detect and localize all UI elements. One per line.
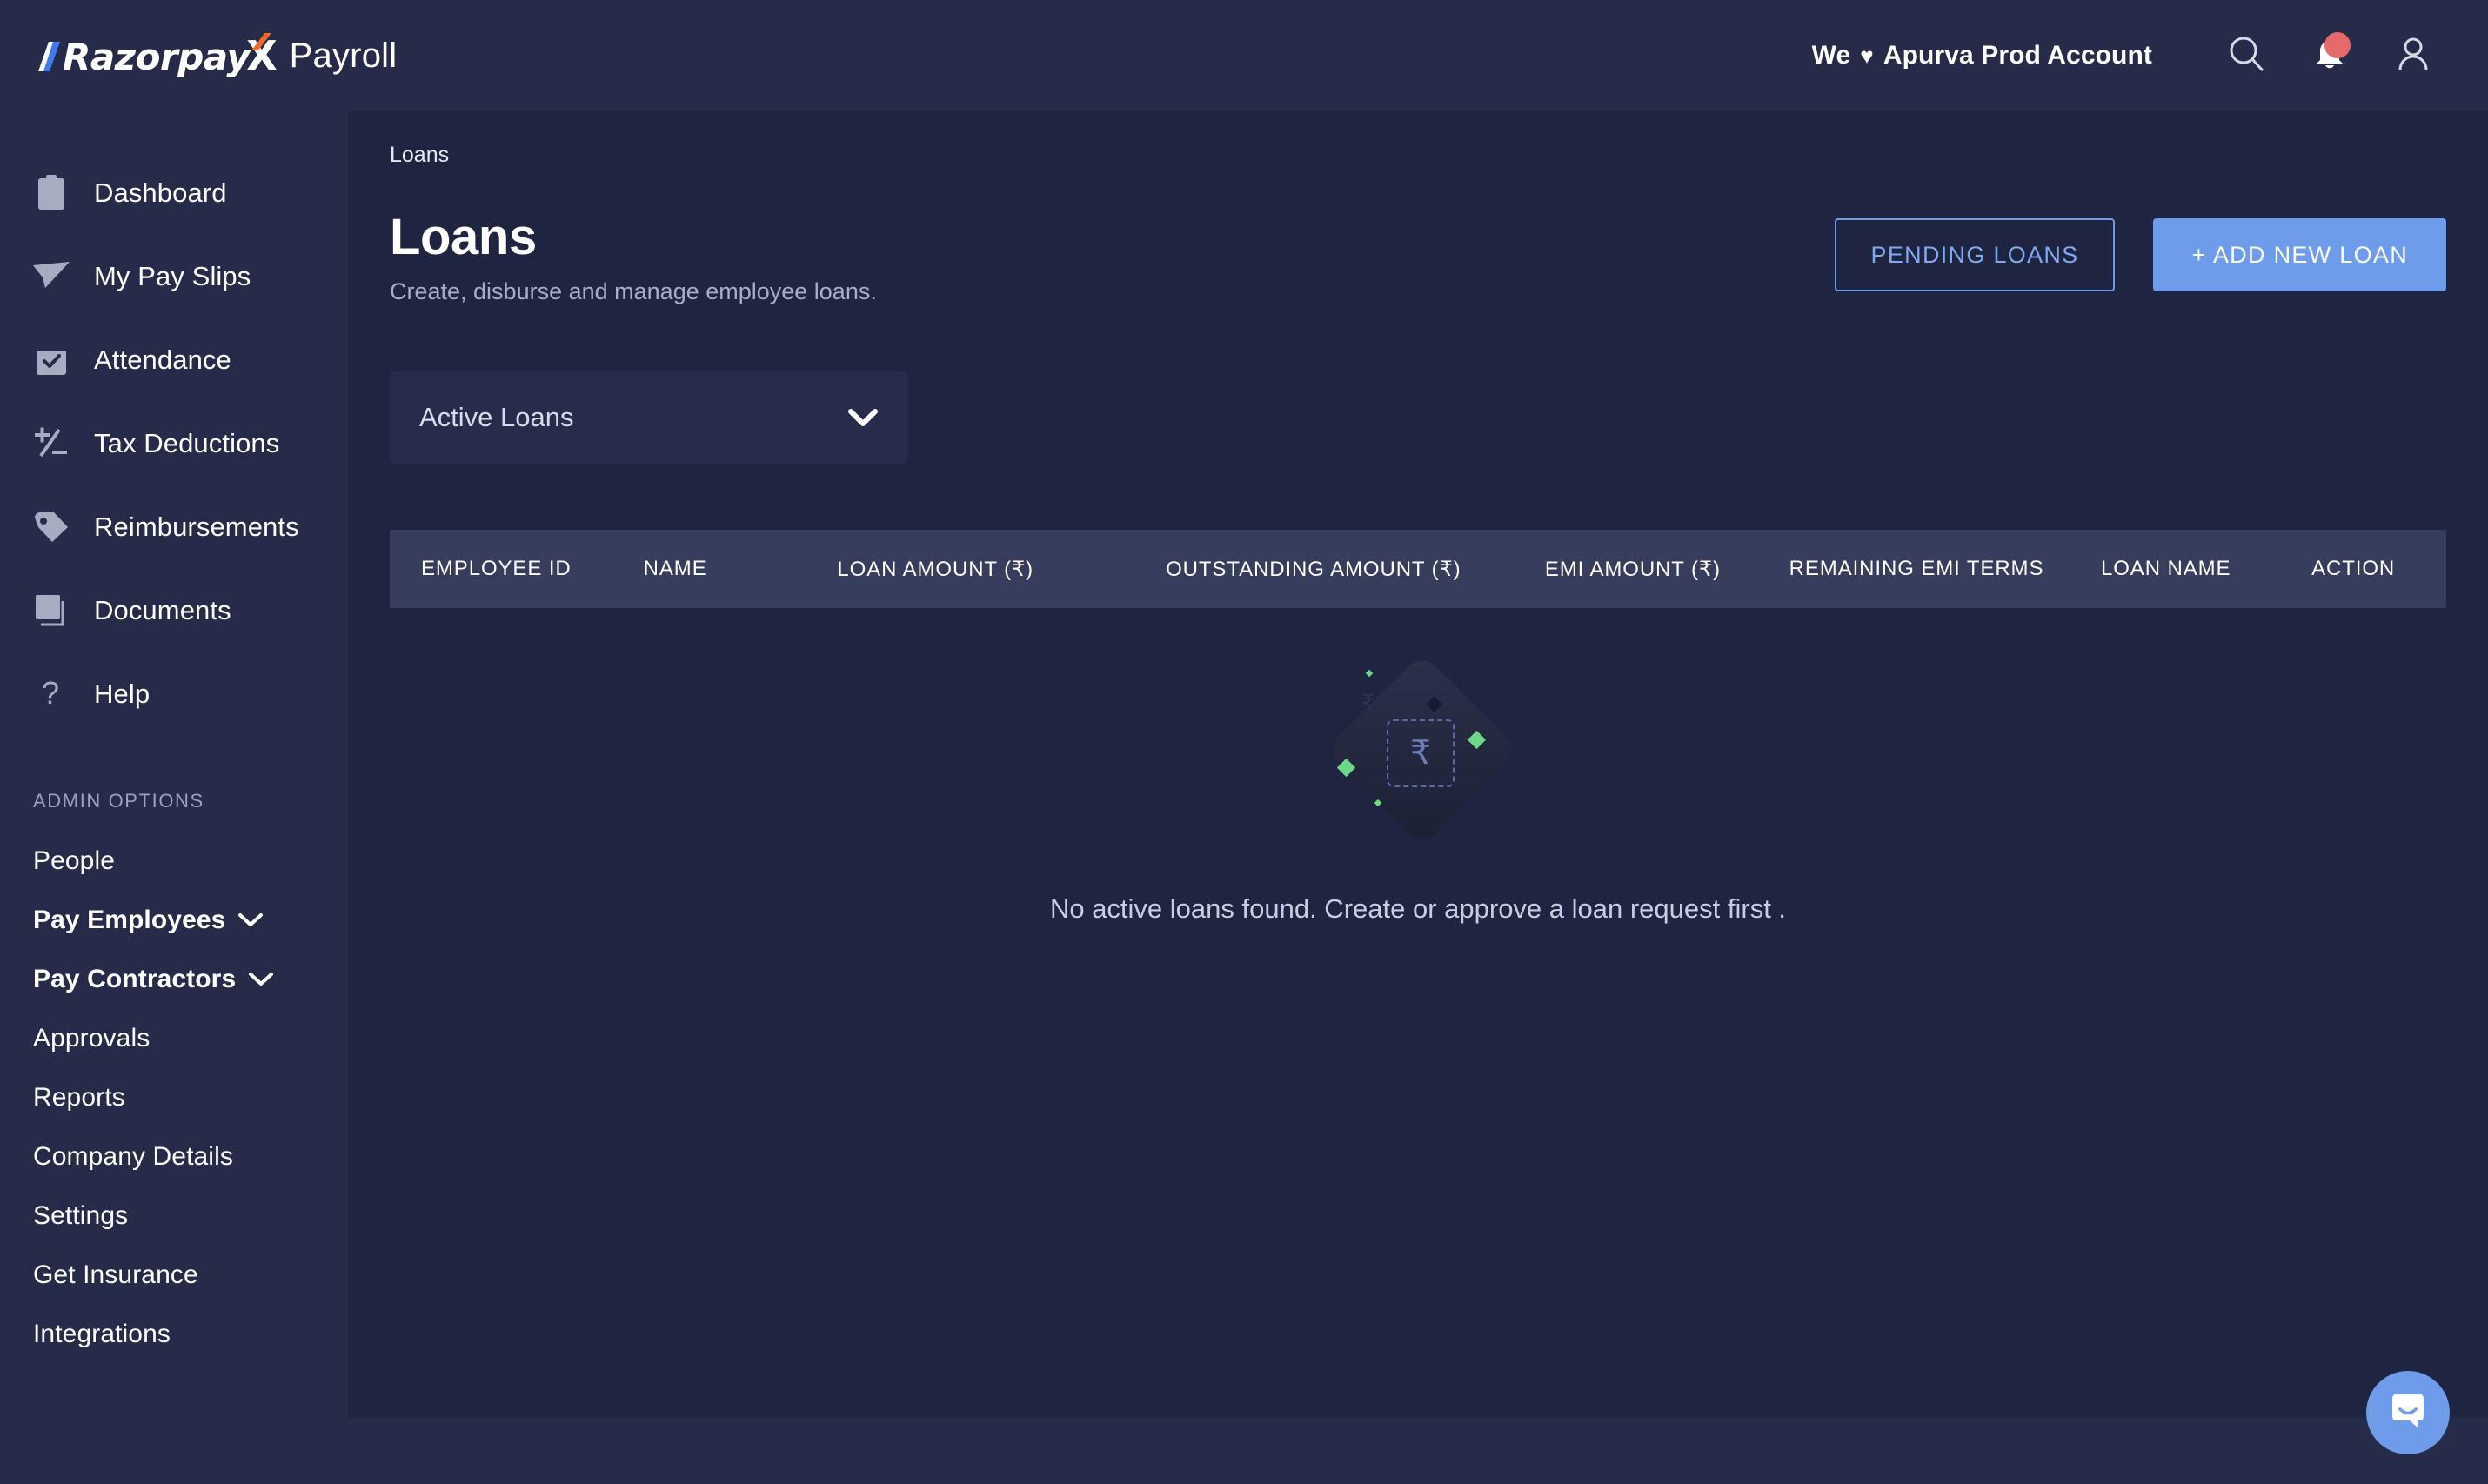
sidebar-item-settings[interactable]: Settings xyxy=(0,1187,348,1246)
column-header-remaining-emi-terms: REMAINING EMI TERMS xyxy=(1789,557,2044,580)
notifications-button[interactable] xyxy=(2288,14,2371,97)
sidebar-item-documents[interactable]: Documents xyxy=(0,569,348,652)
empty-state-message: No active loans found. Create or approve… xyxy=(1049,893,1787,924)
loan-status-filter-select[interactable]: Active Loans xyxy=(390,371,908,464)
sidebar-item-reimbursements[interactable]: Reimbursements xyxy=(0,485,348,569)
sidebar-item-label: Documents xyxy=(94,595,231,625)
chat-launcher-button[interactable] xyxy=(2366,1371,2450,1454)
app-root: Razorpay X Payroll We ♥ Apurva Prod Acco… xyxy=(0,0,2488,1484)
chevron-down-icon xyxy=(237,912,264,928)
admin-item-label: Pay Contractors xyxy=(33,965,237,993)
pending-loans-button[interactable]: PENDING LOANS xyxy=(1834,218,2116,291)
sidebar-item-tax-deductions[interactable]: Tax Deductions xyxy=(0,402,348,485)
admin-item-label: People xyxy=(33,846,116,875)
column-header-name: NAME xyxy=(643,557,707,580)
account-label: We ♥ Apurva Prod Account xyxy=(1812,41,2152,70)
logo-text-x: X xyxy=(246,32,278,79)
illustration-dashed-box: ₹ xyxy=(1387,719,1455,787)
admin-item-label: Reports xyxy=(33,1083,125,1112)
sidebar-item-label: Dashboard xyxy=(94,177,227,208)
calendar-check-icon xyxy=(31,340,71,380)
rupee-icon: ₹ xyxy=(1409,735,1432,772)
breadcrumb[interactable]: Loans xyxy=(390,143,2488,168)
tag-icon xyxy=(31,507,71,547)
sidebar-item-approvals[interactable]: Approvals xyxy=(0,1009,348,1068)
logo-text-payroll: Payroll xyxy=(289,37,398,75)
sidebar-item-label: My Pay Slips xyxy=(94,261,251,291)
column-header-loan-name: LOAN NAME xyxy=(2100,557,2231,580)
top-bar: Razorpay X Payroll We ♥ Apurva Prod Acco… xyxy=(0,0,2488,111)
sidebar-item-label: Tax Deductions xyxy=(94,428,280,458)
sidebar-item-label: Reimbursements xyxy=(94,511,299,542)
illustration-ghost-rupee: ₹ xyxy=(1361,690,1375,716)
user-icon xyxy=(2394,34,2432,78)
heart-icon: ♥ xyxy=(1860,43,1874,69)
admin-item-label: Settings xyxy=(33,1201,129,1230)
sidebar: Dashboard My Pay Slips Attendance Tax De… xyxy=(0,111,348,1484)
add-new-loan-button[interactable]: + ADD NEW LOAN xyxy=(2153,218,2446,291)
plus-minus-icon xyxy=(31,424,71,464)
sidebar-item-attendance[interactable]: Attendance xyxy=(0,318,348,402)
page-title-block: Loans Create, disburse and manage employ… xyxy=(390,208,877,305)
sidebar-item-reports[interactable]: Reports xyxy=(0,1068,348,1127)
column-header-outstanding-amount: OUTSTANDING AMOUNT (₹) xyxy=(1166,557,1461,581)
paper-plane-icon xyxy=(31,257,71,297)
admin-options-heading: ADMIN OPTIONS xyxy=(33,790,204,812)
column-header-emi-amount: EMI AMOUNT (₹) xyxy=(1544,557,1721,581)
loan-status-filter-value: Active Loans xyxy=(419,402,574,432)
sidebar-item-dashboard[interactable]: Dashboard xyxy=(0,151,348,235)
razorpay-slash-icon xyxy=(38,42,61,71)
empty-state: ₹ ₹ No active loans found. Create or app… xyxy=(348,652,2488,925)
svg-text:?: ? xyxy=(42,676,59,711)
razorpayx-logo: Razorpay X xyxy=(38,36,278,76)
sidebar-item-people[interactable]: People xyxy=(0,832,348,891)
admin-item-label: Approvals xyxy=(33,1024,150,1053)
sidebar-item-label: Help xyxy=(94,678,150,709)
rupee-empty-box-illustration: ₹ ₹ xyxy=(1322,652,1520,850)
page-title: Loans xyxy=(390,209,537,265)
account-name: Apurva Prod Account xyxy=(1883,41,2152,70)
admin-item-label: Pay Employees xyxy=(33,906,226,934)
top-bar-right: We ♥ Apurva Prod Account xyxy=(1812,14,2488,97)
chevron-down-icon xyxy=(248,972,274,987)
admin-item-label: Company Details xyxy=(33,1142,233,1171)
profile-button[interactable] xyxy=(2371,14,2455,97)
notification-badge xyxy=(2324,32,2351,58)
search-icon xyxy=(2226,34,2266,78)
documents-icon xyxy=(31,591,71,631)
main-content: Loans Loans Create, disburse and manage … xyxy=(348,111,2488,1418)
page-header: Loans Create, disburse and manage employ… xyxy=(390,208,2446,305)
sidebar-item-get-insurance[interactable]: Get Insurance xyxy=(0,1246,348,1305)
admin-item-label: Integrations xyxy=(33,1320,171,1348)
sidebar-item-company-details[interactable]: Company Details xyxy=(0,1127,348,1187)
loans-table-header: EMPLOYEE ID NAME LOAN AMOUNT (₹) OUTSTAN… xyxy=(390,530,2446,608)
page-header-actions: PENDING LOANS + ADD NEW LOAN xyxy=(1834,208,2446,291)
chevron-down-icon xyxy=(847,408,879,427)
column-header-employee-id: EMPLOYEE ID xyxy=(421,557,572,580)
column-header-loan-amount: LOAN AMOUNT (₹) xyxy=(837,557,1034,581)
sidebar-item-pay-employees[interactable]: Pay Employees xyxy=(0,891,348,950)
brand-logo[interactable]: Razorpay X Payroll xyxy=(38,36,397,76)
sidebar-item-my-pay-slips[interactable]: My Pay Slips xyxy=(0,235,348,318)
green-accent-icon xyxy=(1365,669,1374,678)
admin-item-label: Get Insurance xyxy=(33,1260,198,1289)
search-button[interactable] xyxy=(2204,14,2288,97)
page-subtitle: Create, disburse and manage employee loa… xyxy=(390,278,877,304)
question-mark-icon: ? xyxy=(31,674,71,714)
intercom-chat-icon xyxy=(2386,1389,2430,1437)
sidebar-item-label: Attendance xyxy=(94,344,231,375)
column-header-action: ACTION xyxy=(2311,557,2396,580)
sidebar-item-help[interactable]: ? Help xyxy=(0,652,348,736)
account-prefix: We xyxy=(1811,41,1851,70)
sidebar-item-pay-contractors[interactable]: Pay Contractors xyxy=(0,950,348,1009)
logo-text-razorpay: Razorpay xyxy=(63,36,251,78)
clipboard-icon xyxy=(31,173,71,213)
sidebar-item-integrations[interactable]: Integrations xyxy=(0,1305,348,1364)
